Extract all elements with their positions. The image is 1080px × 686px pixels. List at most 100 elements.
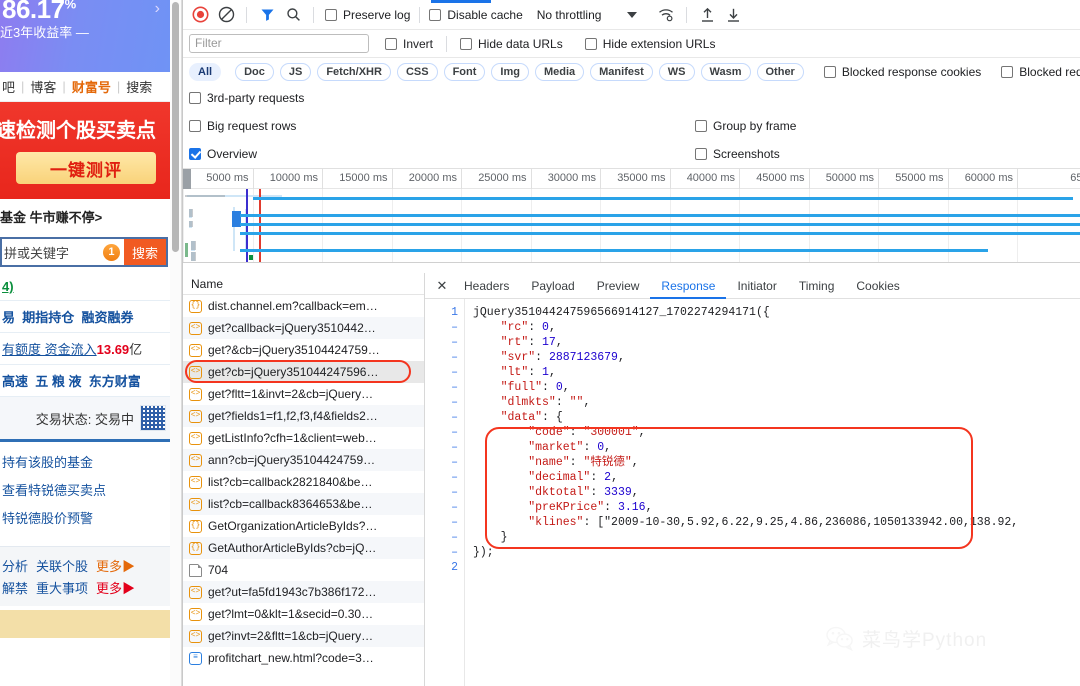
disable-cache-box[interactable] bbox=[429, 9, 441, 21]
stock-code-link[interactable]: 4) bbox=[2, 279, 14, 294]
overview-checkbox[interactable]: Overview bbox=[189, 147, 257, 161]
bottom-ad-strip[interactable] bbox=[0, 610, 170, 638]
request-list-item[interactable]: <>get?&cb=jQuery35104424759… bbox=[183, 339, 424, 361]
invert-checkbox[interactable]: Invert bbox=[385, 37, 433, 51]
fund-promo-line[interactable]: 基金 牛市赚不停> bbox=[0, 199, 170, 234]
tag-lockup-release[interactable]: 解禁 bbox=[2, 578, 28, 597]
export-har-icon[interactable] bbox=[722, 4, 744, 26]
stock-search-box[interactable]: 拼或关键字 1 搜索 bbox=[0, 237, 168, 267]
nav-item-wealth[interactable]: 财富号 bbox=[72, 77, 111, 96]
third-party-requests-box[interactable] bbox=[189, 92, 201, 104]
capital-flow-label[interactable]: 有额度 资金流入 bbox=[2, 342, 97, 357]
related-stock-3[interactable]: 东方财富 bbox=[89, 374, 141, 389]
screenshots-box[interactable] bbox=[695, 148, 707, 160]
disable-cache-checkbox[interactable]: Disable cache bbox=[429, 8, 522, 22]
request-list-item[interactable]: {}dist.channel.em?callback=em… bbox=[183, 295, 424, 317]
tag-related-stocks[interactable]: 关联个股 bbox=[36, 556, 88, 575]
preserve-log-box[interactable] bbox=[325, 9, 337, 21]
blocked-requests-checkbox[interactable]: Blocked reque bbox=[1001, 65, 1080, 79]
request-list-item[interactable]: ≡profitchart_new.html?code=3… bbox=[183, 647, 424, 669]
tag-more-1[interactable]: 更多▶ bbox=[96, 556, 135, 575]
promo-button[interactable]: 一键测评 bbox=[16, 152, 156, 184]
type-chip-css[interactable]: CSS bbox=[397, 63, 438, 81]
link-buy-sell-points[interactable]: 查看特锐德买卖点 bbox=[2, 480, 168, 499]
hide-data-urls-checkbox[interactable]: Hide data URLs bbox=[460, 37, 563, 51]
network-overview-timeline[interactable]: 5000 ms10000 ms15000 ms20000 ms25000 ms3… bbox=[183, 169, 1080, 263]
throttling-select-value[interactable]: No throttling bbox=[537, 8, 602, 22]
search-submit-button[interactable]: 搜索 bbox=[124, 239, 166, 265]
big-request-rows-box[interactable] bbox=[189, 120, 201, 132]
quick-link-margin[interactable]: 融资融券 bbox=[82, 310, 134, 325]
blocked-response-cookies-checkbox[interactable]: Blocked response cookies bbox=[824, 65, 981, 79]
related-stock-1[interactable]: 高速 bbox=[2, 374, 28, 389]
chevron-down-icon[interactable] bbox=[627, 12, 637, 18]
request-list-item[interactable]: 704 bbox=[183, 559, 424, 581]
page-scrollbar[interactable] bbox=[170, 0, 182, 686]
overview-box[interactable] bbox=[189, 148, 201, 160]
type-chip-js[interactable]: JS bbox=[280, 63, 311, 81]
blocked-requests-box[interactable] bbox=[1001, 66, 1013, 78]
request-list-item[interactable]: {}GetAuthorArticleByIds?cb=jQ… bbox=[183, 537, 424, 559]
stock-search-input[interactable]: 拼或关键字 bbox=[2, 243, 103, 262]
type-chip-img[interactable]: Img bbox=[491, 63, 529, 81]
invert-box[interactable] bbox=[385, 38, 397, 50]
third-party-requests-checkbox[interactable]: 3rd-party requests bbox=[189, 91, 304, 105]
banner-arrow-icon[interactable]: › bbox=[155, 0, 160, 18]
nav-item-blog[interactable]: 博客 bbox=[30, 77, 56, 96]
clear-icon[interactable] bbox=[215, 4, 237, 26]
type-chip-font[interactable]: Font bbox=[444, 63, 486, 81]
request-list-item[interactable]: <>list?cb=callback8364653&be… bbox=[183, 493, 424, 515]
promo-banner[interactable]: 速检测个股买卖点 一键测评 bbox=[0, 102, 170, 199]
hide-data-urls-box[interactable] bbox=[460, 38, 472, 50]
nav-item-search[interactable]: 搜索 bbox=[126, 77, 152, 96]
type-chip-ws[interactable]: WS bbox=[659, 63, 695, 81]
group-by-frame-box[interactable] bbox=[695, 120, 707, 132]
tag-analysis[interactable]: 分析 bbox=[2, 556, 28, 575]
request-list-item[interactable]: <>get?invt=2&fltt=1&cb=jQuery… bbox=[183, 625, 424, 647]
request-list-item[interactable]: <>list?cb=callback2821840&be… bbox=[183, 471, 424, 493]
request-list-item[interactable]: <>get?fields1=f1,f2,f3,f4&fields2… bbox=[183, 405, 424, 427]
type-chip-doc[interactable]: Doc bbox=[235, 63, 274, 81]
request-list-item[interactable]: <>get?fltt=1&invt=2&cb=jQuery… bbox=[183, 383, 424, 405]
type-chip-other[interactable]: Other bbox=[757, 63, 804, 81]
filter-funnel-icon[interactable] bbox=[256, 4, 278, 26]
import-har-icon[interactable] bbox=[696, 4, 718, 26]
search-icon[interactable] bbox=[282, 4, 304, 26]
big-request-rows-checkbox[interactable]: Big request rows bbox=[189, 119, 296, 133]
type-chip-fetch-xhr[interactable]: Fetch/XHR bbox=[317, 63, 391, 81]
type-chip-manifest[interactable]: Manifest bbox=[590, 63, 653, 81]
request-list-item[interactable]: <>get?callback=jQuery3510442… bbox=[183, 317, 424, 339]
request-list[interactable]: {}dist.channel.em?callback=em…<>get?call… bbox=[183, 295, 424, 669]
tab-payload[interactable]: Payload bbox=[520, 273, 585, 299]
tab-response[interactable]: Response bbox=[650, 273, 726, 299]
close-icon[interactable]: ✕ bbox=[431, 278, 453, 294]
record-stop-icon[interactable] bbox=[189, 4, 211, 26]
group-by-frame-checkbox[interactable]: Group by frame bbox=[695, 119, 796, 133]
request-list-panel[interactable]: Name {}dist.channel.em?callback=em…<>get… bbox=[183, 273, 425, 686]
request-list-item[interactable]: <>get?lmt=0&klt=1&secid=0.30… bbox=[183, 603, 424, 625]
tag-more-2[interactable]: 更多▶ bbox=[96, 578, 135, 597]
request-list-item[interactable]: {}GetOrganizationArticleByIds?… bbox=[183, 515, 424, 537]
tab-preview[interactable]: Preview bbox=[586, 273, 651, 299]
page-scrollbar-thumb[interactable] bbox=[172, 2, 179, 252]
link-price-alert[interactable]: 特锐德股价预警 bbox=[2, 508, 168, 527]
screenshots-checkbox[interactable]: Screenshots bbox=[695, 147, 780, 161]
type-chip-media[interactable]: Media bbox=[535, 63, 584, 81]
quick-link-trade[interactable]: 易 bbox=[2, 310, 15, 325]
related-stock-2[interactable]: 五 粮 液 bbox=[35, 374, 81, 389]
quick-link-futures[interactable]: 期指持仓 bbox=[22, 310, 74, 325]
tab-cookies[interactable]: Cookies bbox=[845, 273, 910, 299]
blocked-response-cookies-box[interactable] bbox=[824, 66, 836, 78]
network-conditions-icon[interactable] bbox=[655, 4, 677, 26]
tab-timing[interactable]: Timing bbox=[788, 273, 846, 299]
request-list-item[interactable]: <>getListInfo?cfh=1&client=web… bbox=[183, 427, 424, 449]
tag-major-events[interactable]: 重大事项 bbox=[36, 578, 88, 597]
filter-input[interactable]: Filter bbox=[189, 34, 369, 53]
hide-extension-urls-box[interactable] bbox=[585, 38, 597, 50]
type-chip-wasm[interactable]: Wasm bbox=[701, 63, 751, 81]
type-chip-all[interactable]: All bbox=[189, 63, 221, 81]
request-list-item[interactable]: <>get?cb=jQuery351044247596… bbox=[183, 361, 424, 383]
tab-initiator[interactable]: Initiator bbox=[726, 273, 787, 299]
tab-headers[interactable]: Headers bbox=[453, 273, 520, 299]
request-list-item[interactable]: <>get?ut=fa5fd1943c7b386f172… bbox=[183, 581, 424, 603]
